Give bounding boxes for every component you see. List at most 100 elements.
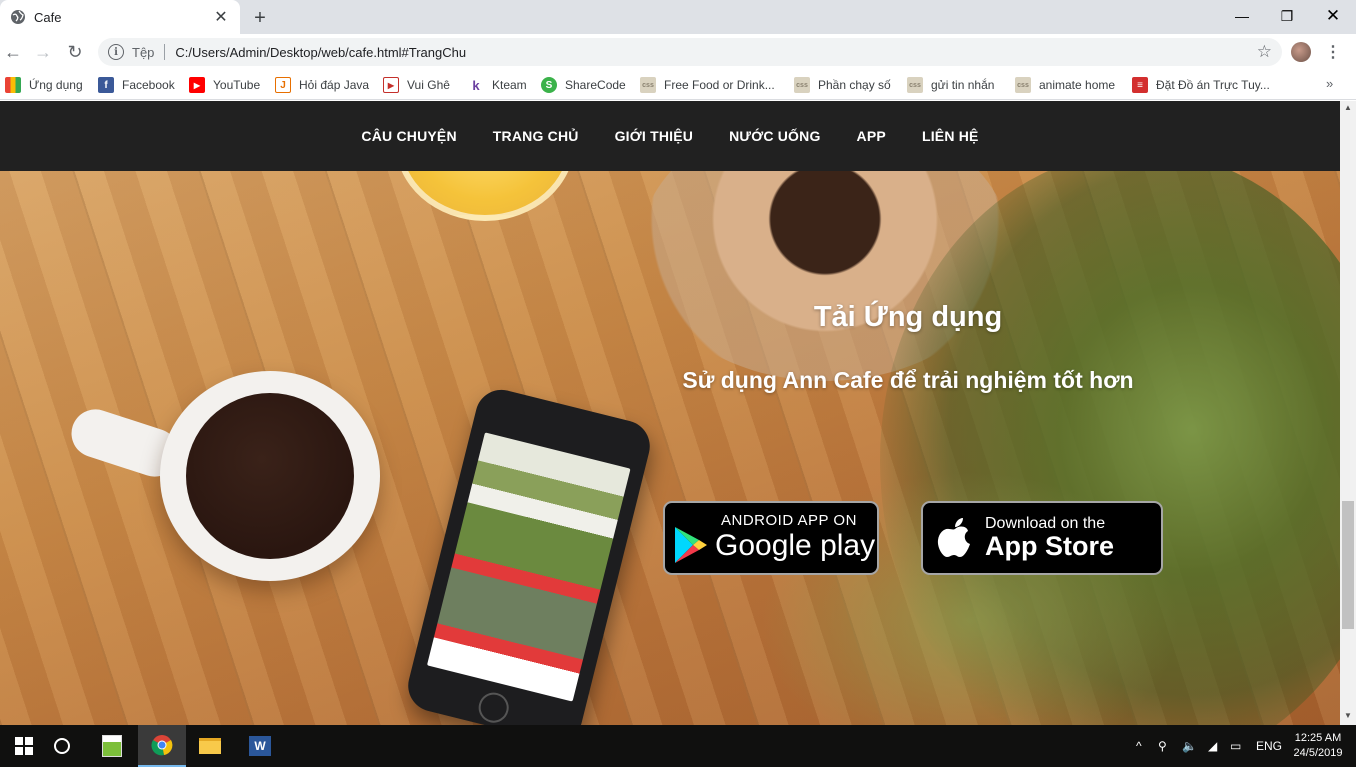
bookmark-sharecode[interactable]: S ShareCode xyxy=(541,76,626,94)
bookmark-free-food[interactable]: css Free Food or Drink... xyxy=(640,76,775,94)
google-play-badge[interactable]: ANDROID APP ON Google play xyxy=(663,501,879,575)
bookmark-facebook[interactable]: f Facebook xyxy=(98,76,175,94)
bookmark-youtube[interactable]: ▶ YouTube xyxy=(189,76,260,94)
word-icon: W xyxy=(249,736,271,756)
wifi-icon[interactable]: ◢ xyxy=(1208,725,1217,767)
google-play-small-text: ANDROID APP ON xyxy=(721,511,857,529)
browser-toolbar: ← → ↻ i Tệp C:/Users/Admin/Desktop/web/c… xyxy=(0,34,1356,70)
windows-taskbar: W ^ ⚲ 🔈 ◢ ▭ ENG 12:25 AM 24/5/2019 xyxy=(0,725,1356,767)
app-download-section: Tải Ứng dụng Sử dụng Ann Cafe để trải ng… xyxy=(0,171,1340,725)
nav-nuoc-uong[interactable]: NƯỚC UỐNG xyxy=(729,128,820,144)
taskbar-clock[interactable]: 12:25 AM 24/5/2019 xyxy=(1286,731,1350,761)
cortana-button[interactable] xyxy=(38,725,86,767)
minimize-button[interactable]: — xyxy=(1219,0,1265,32)
apple-icon xyxy=(937,518,970,557)
volume-icon[interactable]: 🔈 xyxy=(1182,725,1197,767)
taskbar-app-chrome[interactable] xyxy=(138,725,186,767)
facebook-icon: f xyxy=(98,77,114,93)
info-icon[interactable]: i xyxy=(108,44,124,60)
nav-gioi-thieu[interactable]: GIỚI THIỆU xyxy=(615,128,694,144)
bookmark-label: Free Food or Drink... xyxy=(664,78,775,92)
reload-button[interactable]: ↻ xyxy=(62,39,88,65)
close-window-button[interactable]: ✕ xyxy=(1310,0,1356,32)
bookmark-label: gửi tin nhắn xyxy=(931,78,995,92)
taskbar-app-word[interactable]: W xyxy=(236,725,284,767)
profile-avatar[interactable] xyxy=(1291,42,1311,62)
sharecode-icon: S xyxy=(541,77,557,93)
forward-button[interactable]: → xyxy=(30,39,56,65)
coffee-cup-image xyxy=(160,371,380,581)
chrome-icon xyxy=(151,735,173,756)
tab-title: Cafe xyxy=(34,9,62,25)
scroll-up-arrow-icon[interactable]: ▲ xyxy=(1344,103,1352,112)
youtube-icon: ▶ xyxy=(189,77,205,93)
tab-strip: Cafe ✕ + — ❐ ✕ xyxy=(0,0,1356,34)
app-store-badge[interactable]: Download on the App Store xyxy=(921,501,1163,575)
nav-lien-he[interactable]: LIÊN HỆ xyxy=(922,128,979,144)
scroll-thumb[interactable] xyxy=(1342,501,1354,629)
google-play-big-text: Google play xyxy=(715,528,876,562)
bookmark-star-icon[interactable]: ☆ xyxy=(1257,42,1272,62)
section-title: Tải Ứng dụng xyxy=(813,301,1003,333)
clock-time: 12:25 AM xyxy=(1294,732,1342,744)
bookmark-label: Vui Ghê xyxy=(407,78,450,92)
folder-icon xyxy=(199,738,221,754)
bookmark-label: Hỏi đáp Java xyxy=(299,78,370,92)
bookmark-label: Facebook xyxy=(122,78,175,92)
bookmark-gui-tin-nhan[interactable]: css gửi tin nhắn xyxy=(907,76,994,94)
battery-icon[interactable]: ▭ xyxy=(1230,725,1241,767)
page-scrollbar[interactable]: ▲ ▼ xyxy=(1340,101,1356,725)
google-play-text: ANDROID APP ON Google play xyxy=(715,511,876,563)
page-viewport: CÂU CHUYỆN TRANG CHỦ GIỚI THIỆU NƯỚC UỐN… xyxy=(0,101,1340,725)
bookmark-phan-chay-so[interactable]: css Phần chạy số xyxy=(794,76,891,94)
bookmark-hoi-dap-java[interactable]: J Hỏi đáp Java xyxy=(275,76,369,94)
network-status-icon[interactable]: ⚲ xyxy=(1158,725,1167,767)
bookmark-kteam[interactable]: k Kteam xyxy=(468,76,527,94)
css-icon: css xyxy=(794,77,810,93)
show-hidden-icons[interactable]: ^ xyxy=(1136,725,1142,767)
scroll-down-arrow-icon[interactable]: ▼ xyxy=(1344,711,1352,720)
bookmarks-overflow-icon[interactable]: » xyxy=(1326,76,1333,91)
windows-logo-icon xyxy=(15,737,33,755)
bookmark-vui-ghe[interactable]: ▶ Vui Ghê xyxy=(383,76,450,94)
section-subtitle: Sử dụng Ann Cafe để trải nghiệm tốt hơn xyxy=(682,367,1134,393)
address-bar[interactable]: i Tệp C:/Users/Admin/Desktop/web/cafe.ht… xyxy=(98,38,1282,66)
bookmark-label: Ứng dụng xyxy=(29,78,83,92)
apps-grid-icon xyxy=(5,77,21,93)
nav-trang-chu[interactable]: TRANG CHỦ xyxy=(493,128,579,144)
bookmark-label: Đặt Đồ án Trực Tuy... xyxy=(1156,78,1270,92)
bookmark-label: Kteam xyxy=(492,78,527,92)
bookmark-apps[interactable]: Ứng dụng xyxy=(5,76,83,94)
css-icon: css xyxy=(640,77,656,93)
back-button[interactable]: ← xyxy=(0,39,26,65)
phone-home-button-image xyxy=(475,689,512,725)
phone-screen-image xyxy=(426,432,631,702)
app-store-big-text: App Store xyxy=(985,530,1115,561)
close-tab-icon[interactable]: ✕ xyxy=(212,8,230,26)
language-indicator[interactable]: ENG xyxy=(1256,725,1282,767)
book-icon: ≡ xyxy=(1132,77,1148,93)
menu-dots-icon[interactable]: ⋮ xyxy=(1325,42,1341,62)
bookmark-label: ShareCode xyxy=(565,78,626,92)
browser-tab[interactable]: Cafe ✕ xyxy=(0,0,240,34)
google-play-icon xyxy=(675,527,707,563)
nav-app[interactable]: APP xyxy=(857,128,886,144)
kteam-icon: k xyxy=(468,77,484,93)
css-icon: css xyxy=(1015,77,1031,93)
bookmark-dat-do-an[interactable]: ≡ Đặt Đồ án Trực Tuy... xyxy=(1132,76,1270,94)
taskbar-app-explorer[interactable] xyxy=(186,725,234,767)
globe-icon xyxy=(11,10,25,24)
app-store-text: Download on the App Store xyxy=(985,515,1114,562)
java-icon: J xyxy=(275,77,291,93)
clock-date: 24/5/2019 xyxy=(1293,747,1343,759)
restore-button[interactable]: ❐ xyxy=(1264,0,1310,32)
taskbar-app-editor[interactable] xyxy=(88,725,136,767)
juice-glass-image xyxy=(395,171,575,221)
bookmark-animate-home[interactable]: css animate home xyxy=(1015,76,1115,94)
url-text[interactable]: C:/Users/Admin/Desktop/web/cafe.html#Tra… xyxy=(175,45,466,60)
bookmark-label: Phần chạy số xyxy=(818,78,891,92)
nav-cau-chuyen[interactable]: CÂU CHUYỆN xyxy=(361,128,456,144)
new-tab-button[interactable]: + xyxy=(248,6,272,30)
notepad-app-icon xyxy=(102,735,122,757)
site-navbar: CÂU CHUYỆN TRANG CHỦ GIỚI THIỆU NƯỚC UỐN… xyxy=(0,101,1340,171)
